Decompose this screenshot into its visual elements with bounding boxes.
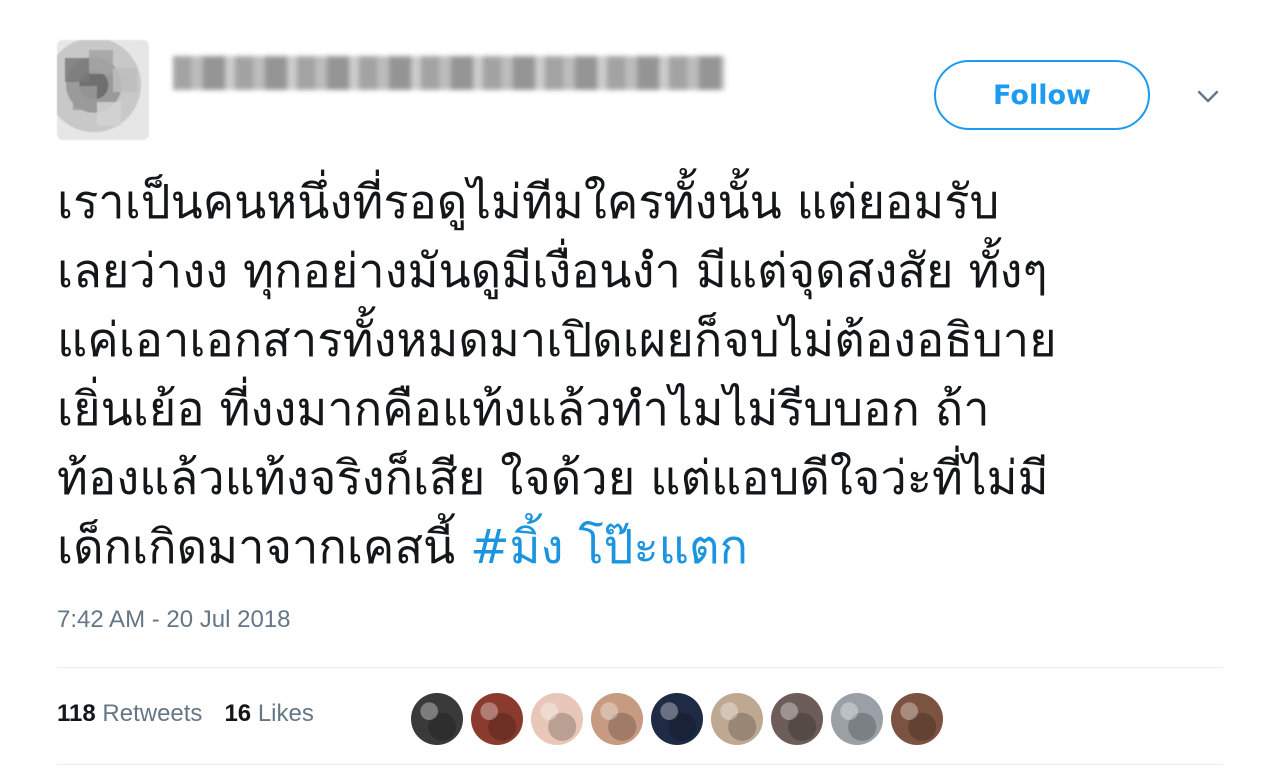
avatar-warm-brown-icon[interactable] [891, 693, 943, 745]
author-name-redacted[interactable] [173, 56, 725, 90]
tweet-text: เราเป็นคนหนึ่งที่รอดูไม่ทีมใครทั้งนั้น แ… [57, 168, 1237, 582]
retweets-stat[interactable]: 118 Retweets [57, 700, 202, 728]
avatar-light-figure-icon[interactable] [531, 693, 583, 745]
avatar-dark-gray-icon[interactable] [411, 693, 463, 745]
avatar-building-icon[interactable] [831, 693, 883, 745]
retweets-label: Retweets [102, 700, 203, 727]
tweet-text-last-line: เด็กเกิดมาจากเคสนี้ #มิ้ง โป๊ะแตก [57, 513, 1237, 582]
tweet-text-line: เยิ่นเย้อ ที่งงมากคือแท้งแล้วทำไมไม่รีบบ… [57, 382, 990, 437]
avatar-tan-icon[interactable] [591, 693, 643, 745]
tweet-text-line: ท้องแล้วแท้งจริงก็เสีย ใจด้วย แต่แอบดีใจ… [57, 451, 1049, 506]
liker-avatars [411, 693, 943, 745]
tweet-text-line: แค่เอาเอกสารทั้งหมดมาเปิดเผยก็จบไม่ต้องอ… [57, 313, 1057, 368]
follow-button-label: Follow [993, 79, 1091, 111]
tweet-text-line: เราเป็นคนหนึ่งที่รอดูไม่ทีมใครทั้งนั้น แ… [57, 175, 1000, 230]
tweet-text-segment: เด็กเกิดมาจากเคสนี้ [57, 520, 471, 575]
chevron-down-icon[interactable] [1190, 82, 1226, 112]
avatar-navy-icon[interactable] [651, 693, 703, 745]
divider [57, 764, 1223, 765]
tweet-card: Follow เราเป็นคนหนึ่งที่รอดูไม่ทีมใครทั้… [0, 0, 1280, 769]
avatar-beige-icon[interactable] [711, 693, 763, 745]
avatar-red-brown-icon[interactable] [471, 693, 523, 745]
avatar-group-photo-icon[interactable] [771, 693, 823, 745]
divider [57, 667, 1223, 668]
author-avatar[interactable] [57, 40, 149, 140]
retweets-count: 118 [57, 700, 96, 727]
follow-button[interactable]: Follow [934, 60, 1150, 130]
likes-label: Likes [257, 700, 314, 727]
likes-stat[interactable]: 16 Likes [224, 700, 313, 728]
tweet-timestamp[interactable]: 7:42 AM - 20 Jul 2018 [57, 606, 290, 634]
tweet-text-line: เลยว่างง ทุกอย่างมันดูมีเงื่อนงำ มีแต่จุ… [57, 244, 1048, 299]
tweet-stats: 118 Retweets 16 Likes [57, 700, 314, 728]
hashtag-link[interactable]: #มิ้ง โป๊ะแตก [470, 520, 748, 575]
author-handle-redacted[interactable] [175, 106, 181, 130]
likes-count: 16 [224, 700, 252, 727]
